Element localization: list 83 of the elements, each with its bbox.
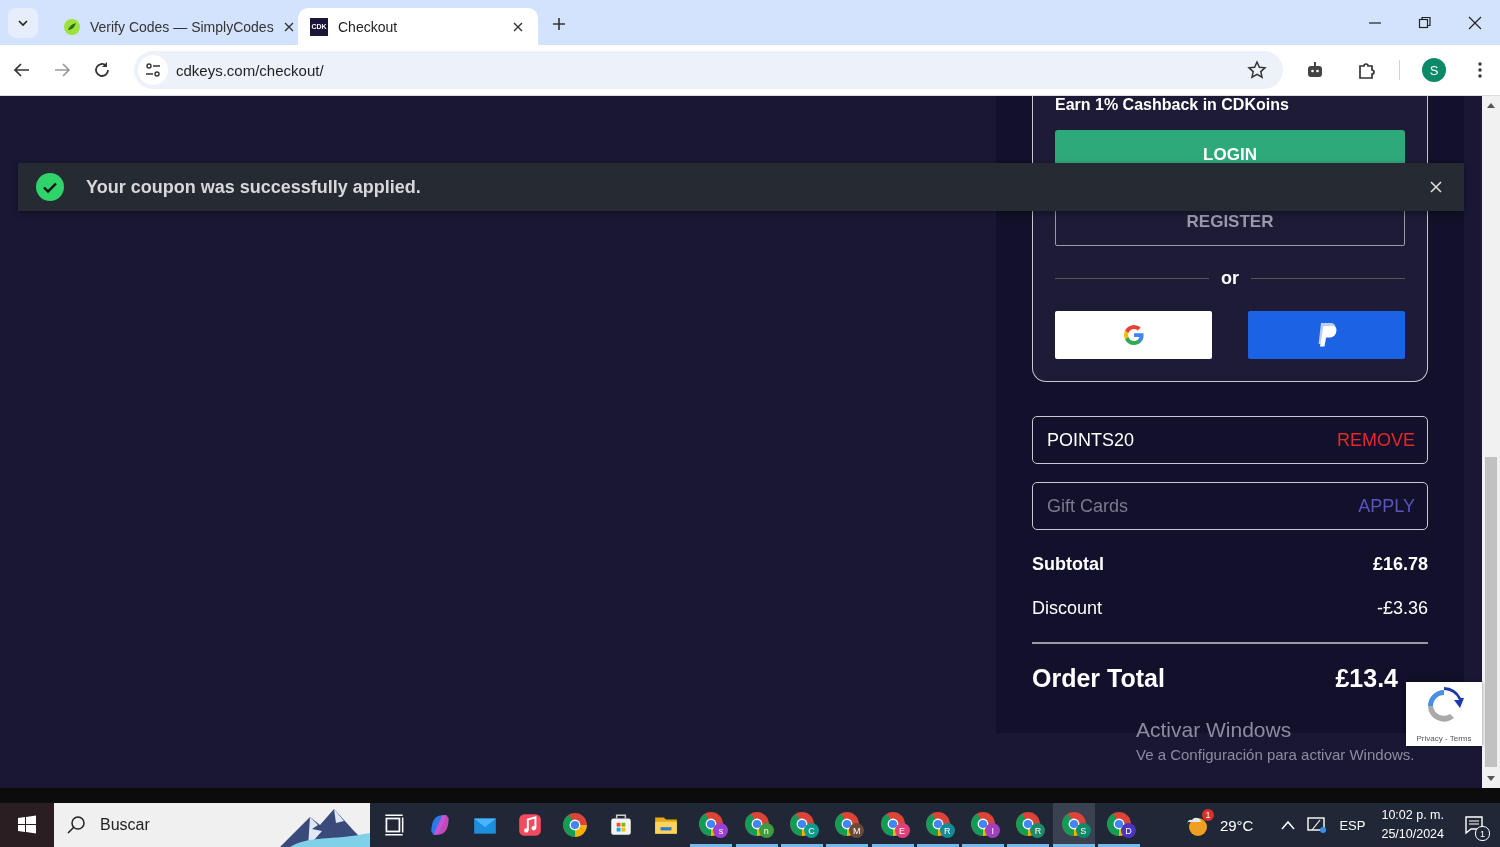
taskbar-app[interactable]: M <box>826 803 869 847</box>
arrow-right-icon <box>53 61 71 79</box>
star-icon[interactable] <box>1247 60 1267 80</box>
arrow-left-icon <box>13 61 31 79</box>
profile-badge: R <box>1030 823 1046 838</box>
close-icon <box>283 21 294 32</box>
notification-badge: 1 <box>1201 809 1214 821</box>
close-icon <box>1430 181 1442 193</box>
start-button[interactable] <box>0 803 54 847</box>
cashback-text: Earn 1% Cashback in CDKoins <box>1055 96 1290 114</box>
taskbar-app[interactable]: n <box>735 803 778 847</box>
notification-count[interactable]: 1 <box>1475 826 1490 841</box>
gift-card-field[interactable]: Gift Cards APPLY <box>1032 482 1428 530</box>
browser-tab[interactable]: Verify Codes — SimplyCodes <box>52 8 292 45</box>
puzzle-piece-icon[interactable] <box>1357 60 1377 80</box>
google-logo-icon <box>1121 323 1146 347</box>
windows-logo-icon <box>17 815 37 835</box>
activation-title: Activar Windows <box>1136 718 1293 742</box>
search-icon <box>66 815 86 835</box>
weather-widget[interactable]: 1 29°C <box>1183 812 1254 838</box>
chevron-up-icon[interactable] <box>1281 820 1296 830</box>
toast-message: Your coupon was successfully applied. <box>86 176 421 198</box>
profile-badge: M <box>849 823 865 838</box>
summary-label: Discount <box>1032 598 1103 619</box>
site-info-button[interactable] <box>138 55 168 85</box>
taskbar-app[interactable]: D <box>1098 803 1141 847</box>
order-total-label: Order Total <box>1032 663 1165 693</box>
minimize-icon <box>1368 21 1382 24</box>
taskbar-app[interactable]: E <box>871 803 914 847</box>
close-toast-button[interactable] <box>1428 179 1444 195</box>
tab-list-button[interactable] <box>8 8 38 38</box>
temperature-text: 29°C <box>1219 816 1254 834</box>
scrollbar[interactable] <box>1482 96 1500 788</box>
browser-icon <box>562 812 589 838</box>
more-options-icon[interactable] <box>1478 61 1482 79</box>
sliders-icon <box>145 62 161 78</box>
activation-message: Ve a Configuración para activar Windows. <box>1136 746 1415 763</box>
network-icon[interactable] <box>1307 816 1328 834</box>
coupon-field[interactable]: POINTS20 REMOVE <box>1032 416 1428 464</box>
summary-value: £16.78 <box>1372 554 1428 575</box>
scroll-down-icon[interactable] <box>1487 776 1495 782</box>
order-total-value: £13.4 <box>1335 663 1399 693</box>
close-icon <box>1468 15 1482 30</box>
clock-time[interactable]: 10:02 p. m. <box>1381 806 1444 825</box>
taskbar-app[interactable]: S <box>1052 803 1095 847</box>
tab-title: Checkout <box>338 18 399 35</box>
url-text: cdkeys.com/checkout/ <box>176 61 324 79</box>
address-bar[interactable]: cdkeys.com/checkout/ <box>134 51 1283 89</box>
leaf-icon <box>64 18 80 35</box>
taskbar-app[interactable]: s <box>690 803 733 847</box>
google-sign-in-button[interactable] <box>1055 311 1212 359</box>
recaptcha-badge[interactable]: Privacy - Terms <box>1406 682 1482 746</box>
profile-badge: D <box>1121 823 1137 838</box>
paypal-button[interactable] <box>1248 311 1405 359</box>
music-note-icon <box>517 812 544 838</box>
chevron-down-icon <box>17 17 29 29</box>
restore-icon <box>1418 15 1432 30</box>
scrollbar-thumb[interactable] <box>1485 457 1497 767</box>
coupon-code: POINTS20 <box>1047 429 1136 451</box>
apply-button[interactable]: APPLY <box>1358 495 1415 517</box>
remove-button[interactable]: REMOVE <box>1337 429 1415 451</box>
taskbar-app[interactable]: I <box>962 803 1005 847</box>
chat-bubble-icon[interactable] <box>1464 815 1484 835</box>
check-circle-icon <box>36 173 64 201</box>
taskbar-app[interactable]: R <box>916 803 959 847</box>
scroll-up-icon[interactable] <box>1487 102 1495 108</box>
taskbar-app[interactable]: C <box>780 803 823 847</box>
recaptcha-links[interactable]: Privacy - Terms <box>1416 734 1472 743</box>
summary-label: Subtotal <box>1032 554 1104 575</box>
taskbar-search-field[interactable]: Buscar <box>98 815 268 835</box>
language-indicator[interactable]: ESP <box>1339 817 1366 833</box>
robot-icon[interactable] <box>1305 60 1325 80</box>
close-icon <box>513 21 523 32</box>
divider-text: or <box>1221 268 1239 289</box>
plus-icon <box>552 17 566 31</box>
profile-badge: s <box>713 823 729 838</box>
reload-icon <box>93 61 111 79</box>
tab-title: Verify Codes — SimplyCodes <box>90 18 274 35</box>
profile-badge: I <box>985 823 1001 838</box>
taskbar-app[interactable]: R <box>1007 803 1050 847</box>
summary-value: -£3.36 <box>1376 598 1428 619</box>
profile-avatar[interactable]: S <box>1422 58 1446 82</box>
clock-date[interactable]: 25/10/2024 <box>1381 825 1444 844</box>
